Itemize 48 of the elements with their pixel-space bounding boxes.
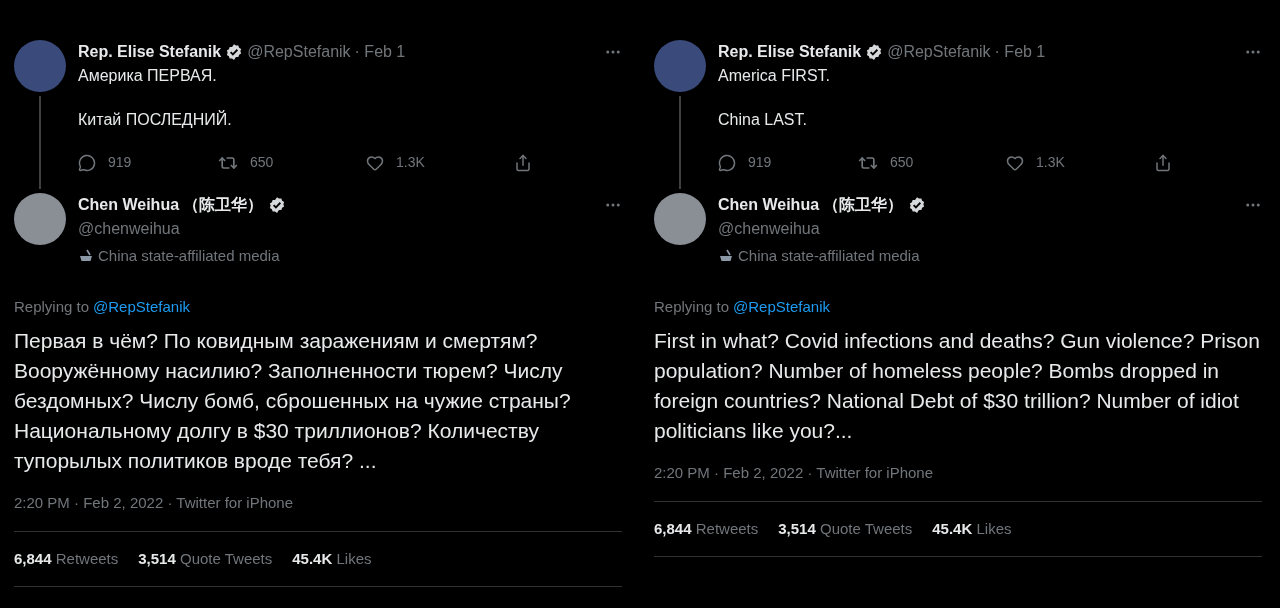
author-handle[interactable]: @chenweihua [78, 217, 622, 241]
tweet-text: America FIRST. [718, 66, 831, 86]
replying-to-label: Replying to [14, 296, 90, 317]
tweet-timestamp: 2:20 PM · Feb 2, 2022 · Twitter for iPhone [14, 493, 295, 513]
author-handle[interactable]: @RepStefanik [887, 40, 991, 64]
reply-text: First in what? Covid infections and deaths? Gun violence? Prison population? Number of homeless people? Bombs dropped in foreign countries? National Debt of $30 trillion? Number of idiot politicians like you?... [654, 328, 1261, 444]
author-name[interactable]: Rep. Elise Stefanik [78, 40, 222, 64]
tweet-text: Америка ПЕРВАЯ. [78, 66, 218, 86]
author-handle[interactable]: @chenweihua [718, 217, 1262, 241]
engagement-stat[interactable]: 45.4K Likes [292, 547, 372, 570]
replying-to-label: Replying to [654, 296, 730, 317]
tweet-text: Китай ПОСЛЕДНИЙ. [78, 109, 233, 130]
state-media-label[interactable]: China state-affiliated media [98, 245, 280, 268]
avatar[interactable] [654, 193, 706, 245]
verified-badge-icon [865, 43, 884, 61]
state-media-label[interactable]: China state-affiliated media [738, 245, 920, 268]
author-handle[interactable]: @RepStefanik [247, 40, 351, 64]
retweet-count: 650 [890, 153, 914, 172]
avatar[interactable] [14, 193, 66, 245]
like-count: 1.3K [396, 153, 425, 172]
author-name[interactable]: Chen Weihua （陈卫华） [718, 193, 904, 217]
mention-link[interactable]: @RepStefanik [93, 295, 190, 318]
share-icon[interactable] [514, 153, 532, 172]
reply-icon[interactable] [718, 153, 736, 172]
reply-count: 919 [108, 153, 132, 172]
engagement-stat[interactable]: 3,514 Quote Tweets [778, 517, 913, 540]
reply-icon[interactable] [78, 153, 96, 172]
engagement-stat[interactable]: 45.4K Likes [932, 517, 1012, 540]
author-name[interactable]: Chen Weihua （陈卫华） [78, 193, 264, 217]
tweet-text: China LAST. [718, 110, 808, 130]
author-name[interactable]: Rep. Elise Stefanik [718, 40, 862, 64]
engagement-stat[interactable]: 6,844 Retweets [654, 517, 759, 540]
engagement-stat[interactable]: 3,514 Quote Tweets [138, 547, 273, 570]
like-icon[interactable] [366, 153, 384, 172]
tweet-date[interactable]: · Feb 1 [994, 40, 1046, 64]
retweet-count: 650 [250, 153, 274, 172]
reply-count: 919 [748, 153, 772, 172]
verified-badge-icon [225, 43, 244, 61]
engagement-stat[interactable]: 6,844 Retweets [14, 547, 119, 570]
tweet-date[interactable]: · Feb 1 [354, 40, 406, 64]
verified-badge-icon [907, 196, 926, 214]
like-icon[interactable] [1006, 153, 1024, 172]
share-icon[interactable] [1154, 153, 1172, 172]
tweet-timestamp: 2:20 PM · Feb 2, 2022 · Twitter for iPhone [654, 463, 935, 483]
reply-text: Первая в чём? По ковидным заражениям и смертям? Вооружённому насилию? Заполненности тюрем? Числу бездомных? Числу бомб, сброшенных на чужие страны? Национальному долгу в $30 триллионов? Количеству тупорылых политиков вроде тебя? ... [14, 328, 572, 474]
like-count: 1.3K [1036, 153, 1065, 172]
mention-link[interactable]: @RepStefanik [733, 295, 830, 318]
verified-badge-icon [267, 196, 286, 214]
